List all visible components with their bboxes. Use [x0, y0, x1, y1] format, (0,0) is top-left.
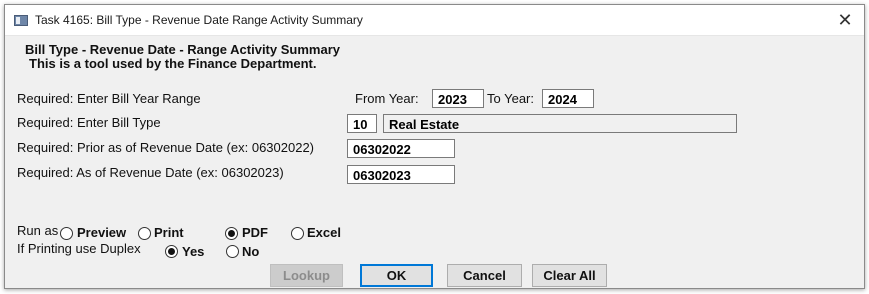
- bill-type-name-display: Real Estate: [383, 114, 737, 133]
- to-year-label: To Year:: [487, 91, 534, 106]
- run-as-excel-label[interactable]: Excel: [307, 225, 341, 240]
- from-year-input[interactable]: 2023: [432, 89, 484, 108]
- run-as-label: Run as: [17, 223, 59, 238]
- bill-type-label: Required: Enter Bill Type: [17, 115, 161, 130]
- clear-all-button[interactable]: Clear All: [532, 264, 607, 287]
- run-as-excel-radio[interactable]: [291, 227, 304, 240]
- duplex-yes-label[interactable]: Yes: [182, 244, 204, 259]
- duplex-label: If Printing use Duplex: [17, 241, 141, 256]
- run-as-print-label[interactable]: Print: [154, 225, 184, 240]
- duplex-no-radio[interactable]: [226, 245, 239, 258]
- run-as-pdf-label[interactable]: PDF: [242, 225, 268, 240]
- window-title: Task 4165: Bill Type - Revenue Date Rang…: [35, 13, 363, 27]
- cancel-button[interactable]: Cancel: [447, 264, 522, 287]
- as-of-date-input[interactable]: 06302023: [347, 165, 455, 184]
- close-icon[interactable]: ✕: [834, 9, 856, 31]
- prior-date-input[interactable]: 06302022: [347, 139, 455, 158]
- year-range-label: Required: Enter Bill Year Range: [17, 91, 201, 106]
- title-bar[interactable]: Task 4165: Bill Type - Revenue Date Rang…: [5, 5, 864, 36]
- duplex-no-label[interactable]: No: [242, 244, 259, 259]
- app-window-icon: [14, 15, 28, 26]
- as-of-date-label: Required: As of Revenue Date (ex: 063020…: [17, 165, 284, 180]
- run-as-print-radio[interactable]: [138, 227, 151, 240]
- run-as-pdf-radio[interactable]: [225, 227, 238, 240]
- lookup-button[interactable]: Lookup: [270, 264, 343, 287]
- run-as-preview-radio[interactable]: [60, 227, 73, 240]
- page-subtitle: This is a tool used by the Finance Depar…: [29, 56, 317, 71]
- page-title: Bill Type - Revenue Date - Range Activit…: [25, 42, 340, 57]
- bill-type-code-input[interactable]: 10: [347, 114, 377, 133]
- to-year-input[interactable]: 2024: [542, 89, 594, 108]
- ok-button[interactable]: OK: [360, 264, 433, 287]
- duplex-yes-radio[interactable]: [165, 245, 178, 258]
- prior-date-label: Required: Prior as of Revenue Date (ex: …: [17, 140, 315, 155]
- run-as-preview-label[interactable]: Preview: [77, 225, 126, 240]
- from-year-label: From Year:: [355, 91, 419, 106]
- dialog-window: Task 4165: Bill Type - Revenue Date Rang…: [4, 4, 865, 289]
